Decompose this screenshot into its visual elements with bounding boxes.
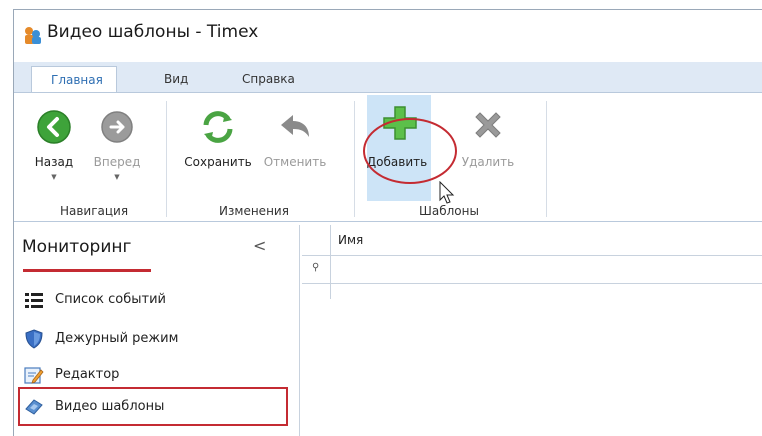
- app-window: Видео шаблоны - Timex Главная Вид Справк…: [13, 9, 762, 436]
- ribbon-tabs: Главная Вид Справка: [14, 62, 762, 93]
- annotation-underline: [23, 269, 151, 272]
- back-button[interactable]: Назад ▼: [32, 93, 76, 198]
- templates-grid: Имя ⚲: [302, 225, 762, 436]
- sidebar-item-label: Дежурный режим: [55, 331, 179, 346]
- group-label-templates: Шаблоны: [419, 204, 479, 218]
- undo-icon: [281, 115, 309, 137]
- editor-icon: [24, 367, 44, 384]
- app-logo-icon: [25, 27, 41, 44]
- forward-button[interactable]: Вперед ▼: [92, 93, 142, 198]
- collapse-sidebar-icon[interactable]: <: [253, 236, 266, 255]
- shield-icon: [25, 329, 43, 349]
- annotation-box: [18, 387, 288, 426]
- group-separator: [354, 101, 355, 217]
- x-delete-icon: [475, 112, 501, 138]
- back-arrow-icon: [37, 110, 71, 144]
- sidebar-item-event-list[interactable]: Список событий: [14, 283, 299, 317]
- ribbon: Назад ▼ Вперед ▼ Навигация Сохранить Отм…: [14, 92, 762, 222]
- column-header-name[interactable]: Имя: [338, 233, 363, 247]
- sidebar: Мониторинг < Список событий Дежурный реж…: [14, 225, 300, 436]
- tab-home-label: Главная: [51, 73, 103, 87]
- save-button-label: Сохранить: [184, 155, 252, 169]
- delete-button[interactable]: Удалить: [460, 93, 516, 198]
- cancel-button[interactable]: Отменить: [261, 93, 329, 198]
- refresh-save-icon: [203, 111, 233, 143]
- sidebar-item-label: Список событий: [55, 292, 166, 307]
- save-button[interactable]: Сохранить: [177, 93, 259, 198]
- mouse-cursor-icon: [439, 181, 455, 204]
- window-title: Видео шаблоны - Timex: [47, 22, 259, 42]
- tab-home[interactable]: Главная: [31, 66, 117, 93]
- group-separator: [546, 101, 547, 217]
- filter-row: ⚲: [302, 256, 762, 284]
- group-label-navigation: Навигация: [59, 204, 129, 218]
- back-button-label: Назад: [34, 155, 74, 169]
- forward-dropdown-icon[interactable]: ▼: [92, 173, 142, 181]
- annotation-ellipse: [363, 118, 457, 184]
- back-dropdown-icon[interactable]: ▼: [32, 173, 76, 181]
- grid-header: Имя: [302, 225, 762, 256]
- sidebar-title: Мониторинг: [22, 237, 132, 257]
- filter-input[interactable]: [330, 256, 762, 283]
- tab-view[interactable]: Вид: [164, 72, 188, 86]
- delete-button-label: Удалить: [461, 155, 515, 169]
- tab-help[interactable]: Справка: [242, 72, 295, 86]
- group-label-changes: Изменения: [219, 204, 289, 218]
- sidebar-item-label: Редактор: [55, 367, 120, 382]
- forward-arrow-icon: [101, 111, 133, 143]
- filter-pin-icon: ⚲: [312, 262, 320, 273]
- group-separator: [166, 101, 167, 217]
- list-icon: [25, 293, 43, 308]
- title-bar: Видео шаблоны - Timex: [14, 10, 762, 52]
- cancel-button-label: Отменить: [263, 155, 327, 169]
- forward-button-label: Вперед: [93, 155, 141, 169]
- sidebar-item-duty-mode[interactable]: Дежурный режим: [14, 322, 299, 356]
